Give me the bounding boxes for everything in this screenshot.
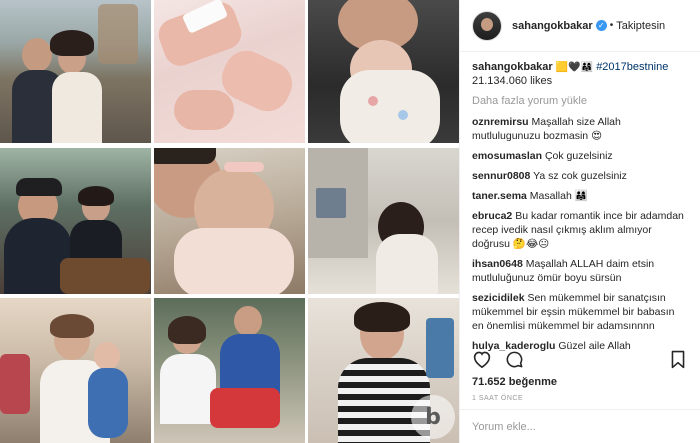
post-panel: sahangokbakar ✓ • Takiptesin sahangokbak…	[459, 0, 700, 443]
comment: sezicidilek Sen mükemmel bir sanatçısın …	[472, 291, 688, 333]
comment: ebruca2 Bu kadar romantik ince bir adamd…	[472, 209, 688, 251]
load-more-comments-link[interactable]: Daha fazla yorum yükle	[472, 95, 688, 107]
comment-text: Çok guzelsiniz	[544, 150, 613, 162]
photo-father-baby	[308, 0, 459, 143]
caption-emoji: 🟨🖤👨‍👩‍👧	[555, 62, 594, 73]
photo-couple-city	[0, 0, 151, 143]
comment: sennur0808 Ya sz cok guzelsiniz	[472, 169, 688, 183]
username-link[interactable]: sahangokbakar	[512, 20, 593, 32]
post-timestamp: 1 SAAT ÖNCE	[472, 395, 524, 402]
caption-username[interactable]: sahangokbakar	[472, 61, 553, 73]
heart-eyes-emoji: 😍	[591, 130, 603, 142]
comment-text: Ya sz cok guzelsiniz	[533, 170, 627, 182]
photo-woman-room	[308, 148, 459, 294]
action-bar	[472, 346, 688, 372]
watermark-logo: b	[411, 395, 455, 439]
post-header: sahangokbakar ✓ • Takiptesin	[460, 0, 700, 52]
photo-mother-child	[0, 298, 151, 443]
follow-status-button[interactable]: Takiptesin	[616, 20, 665, 32]
add-comment-input[interactable]	[472, 420, 688, 433]
comment: oznremirsu Maşallah size Allah mutlulugu…	[472, 115, 688, 143]
heart-icon[interactable]	[472, 349, 492, 369]
separator-dot: •	[609, 20, 614, 31]
laughing-emoji: 🤔😂😐	[512, 238, 550, 250]
comment: emosumaslan Çok guzelsiniz	[472, 149, 688, 163]
comment-username[interactable]: emosumaslan	[472, 150, 542, 162]
comment-username[interactable]: ebruca2	[472, 210, 512, 222]
caption: sahangokbakar 🟨🖤👨‍👩‍👧 #2017bestnine	[472, 60, 688, 75]
verified-icon: ✓	[595, 20, 607, 31]
photo-smiling-woman: b	[308, 298, 459, 443]
avatar[interactable]	[472, 10, 502, 41]
photo-grid[interactable]: b	[0, 0, 459, 443]
photo-couple-outdoor	[154, 298, 305, 443]
comment-username[interactable]: sezicidilek	[472, 292, 525, 304]
comment-username[interactable]: taner.sema	[472, 190, 527, 202]
caption-likes-text: 21.134.060 likes	[472, 75, 553, 87]
family-emoji: 👨‍👩‍👧	[574, 190, 588, 202]
photo-newborn-feet	[154, 0, 305, 143]
comment-text: Masallah	[529, 190, 572, 202]
comment-icon[interactable]	[504, 349, 524, 369]
photo-couple-dinner	[0, 148, 151, 294]
photo-father-daughter	[154, 148, 305, 294]
bookmark-icon[interactable]	[668, 349, 688, 369]
comment: ihsan0648 Maşallah ALLAH daim etsin mutl…	[472, 257, 688, 285]
comment: taner.sema Masallah 👨‍👩‍👧	[472, 189, 688, 203]
comment-username[interactable]: ihsan0648	[472, 258, 523, 270]
comments-area: sahangokbakar 🟨🖤👨‍👩‍👧 #2017bestnine 21.1…	[460, 52, 700, 353]
comment-username[interactable]: oznremirsu	[472, 116, 529, 128]
likes-count[interactable]: 71.652 beğenme	[472, 376, 557, 388]
caption-hashtag[interactable]: #2017bestnine	[596, 61, 668, 73]
comment-username[interactable]: sennur0808	[472, 170, 530, 182]
add-comment-bar	[460, 409, 700, 443]
